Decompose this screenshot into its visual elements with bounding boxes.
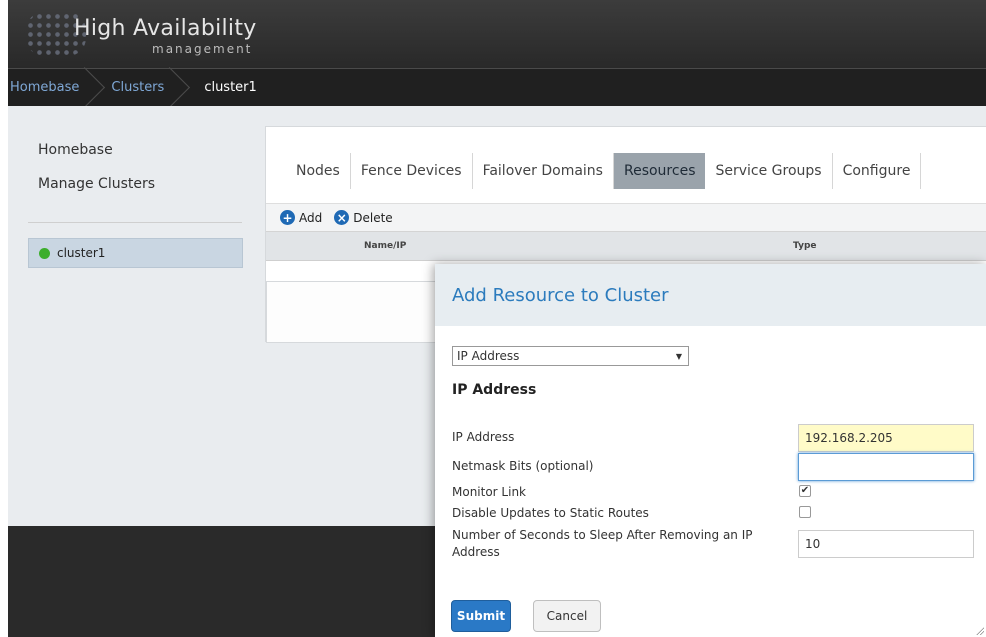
column-header-type[interactable]: Type xyxy=(793,241,816,251)
breadcrumb-clusters[interactable]: Clusters xyxy=(93,69,178,107)
disable-updates-checkbox[interactable] xyxy=(799,506,811,518)
resource-type-select[interactable]: IP Address ▼ xyxy=(452,346,689,366)
ip-address-label: IP Address xyxy=(452,430,515,444)
dialog-header: Add Resource to Cluster xyxy=(435,264,986,326)
tab-service-groups[interactable]: Service Groups xyxy=(705,153,833,189)
sidebar-item-homebase[interactable]: Homebase xyxy=(38,142,155,158)
close-icon: × xyxy=(334,210,350,225)
resize-handle-icon[interactable] xyxy=(974,625,984,635)
footer-edge xyxy=(0,526,8,637)
app-logo: High Availability management xyxy=(26,10,266,62)
column-header-name-ip[interactable]: Name/IP xyxy=(364,241,406,251)
breadcrumb-current-cluster: cluster1 xyxy=(204,79,257,95)
add-resource-dialog: Add Resource to Cluster IP Address ▼ IP … xyxy=(435,264,986,637)
cluster-name: cluster1 xyxy=(57,246,106,260)
sleep-seconds-input[interactable]: 10 xyxy=(798,530,974,558)
delete-button[interactable]: × Delete xyxy=(334,210,393,225)
sleep-seconds-label: Number of Seconds to Sleep After Removin… xyxy=(452,528,753,559)
form-section-title: IP Address xyxy=(452,382,537,398)
monitor-link-checkbox[interactable]: ✔ xyxy=(799,485,811,497)
tab-resources[interactable]: Resources xyxy=(613,153,706,189)
tab-failover-domains[interactable]: Failover Domains xyxy=(473,153,614,189)
sidebar-nav: Homebase Manage Clusters xyxy=(38,142,155,210)
dialog-body: IP Address ▼ IP Address xyxy=(452,346,982,398)
netmask-label: Netmask Bits (optional) xyxy=(452,459,594,473)
app-title: High Availability xyxy=(74,16,257,41)
cluster-tabs: Nodes Fence Devices Failover Domains Res… xyxy=(286,151,922,191)
sidebar-divider xyxy=(28,222,242,223)
netmask-input[interactable] xyxy=(798,453,974,481)
breadcrumb-homebase[interactable]: Homebase xyxy=(8,69,93,107)
resource-type-value: IP Address xyxy=(457,349,520,363)
dialog-title: Add Resource to Cluster xyxy=(452,284,669,306)
ip-address-input[interactable]: 192.168.2.205 xyxy=(798,424,974,452)
resource-table-header: Name/IP Type xyxy=(266,231,986,261)
disable-updates-label: Disable Updates to Static Routes xyxy=(452,506,649,520)
monitor-link-label: Monitor Link xyxy=(452,485,527,499)
resource-toolbar: + Add × Delete xyxy=(266,203,986,231)
breadcrumb: Homebase Clusters cluster1 xyxy=(8,68,986,106)
cancel-button[interactable]: Cancel xyxy=(533,600,601,632)
sidebar-item-manage-clusters[interactable]: Manage Clusters xyxy=(38,176,155,192)
add-label: Add xyxy=(299,210,323,225)
app-subtitle: management xyxy=(152,42,253,56)
chevron-down-icon: ▼ xyxy=(675,351,682,361)
sidebar-cluster-item[interactable]: cluster1 xyxy=(28,238,243,268)
tab-fence-devices[interactable]: Fence Devices xyxy=(351,153,473,189)
plus-icon: + xyxy=(280,210,295,225)
tab-configure[interactable]: Configure xyxy=(833,153,922,189)
delete-label: Delete xyxy=(353,210,393,225)
add-button[interactable]: + Add xyxy=(280,210,322,225)
status-ok-icon xyxy=(39,247,50,259)
tab-nodes[interactable]: Nodes xyxy=(286,153,351,189)
submit-button[interactable]: Submit xyxy=(451,600,511,632)
